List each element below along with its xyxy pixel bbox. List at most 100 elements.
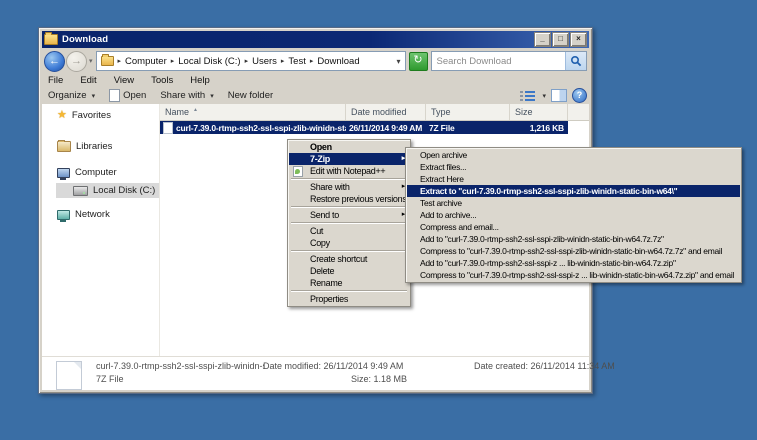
context-menu-item-cut[interactable]: Cut — [289, 225, 409, 237]
breadcrumb-item-download[interactable]: Download — [317, 56, 359, 67]
context-menu: Open 7-Zip ▸ Edit with Notepad++ Share w… — [287, 139, 411, 307]
column-header-size[interactable]: Size — [510, 104, 568, 120]
menu-edit[interactable]: Edit — [80, 75, 96, 86]
sidebar-item-favorites[interactable]: ★ Favorites — [42, 108, 159, 123]
new-folder-button[interactable]: New folder — [228, 90, 273, 101]
column-header-label: Date modified — [351, 107, 407, 117]
submenu-item-open-archive[interactable]: Open archive — [407, 149, 740, 161]
new-folder-label: New folder — [228, 90, 273, 101]
minimize-button[interactable]: _ — [534, 32, 551, 47]
breadcrumb-item-computer[interactable]: Computer — [125, 56, 167, 67]
submenu-item-compress-to-7z-and-email[interactable]: Compress to "curl-7.39.0-rtmp-ssh2-ssl-s… — [407, 245, 740, 257]
sidebar-item-label: Network — [75, 209, 110, 220]
refresh-button[interactable]: ↻ — [409, 52, 428, 71]
context-menu-item-label: 7-Zip — [310, 154, 330, 164]
views-dropdown-icon[interactable]: ▾ — [542, 92, 546, 100]
file-icon — [163, 122, 173, 134]
forward-button[interactable]: → — [66, 51, 87, 72]
menu-separator — [291, 290, 407, 292]
submenu-item-test-archive[interactable]: Test archive — [407, 197, 740, 209]
window-folder-icon — [44, 34, 58, 45]
breadcrumb-arrow-icon: ▸ — [245, 57, 249, 65]
submenu-item-extract-to[interactable]: Extract to "curl-7.39.0-rtmp-ssh2-ssl-ss… — [407, 185, 740, 197]
breadcrumb-item-test[interactable]: Test — [288, 56, 305, 67]
command-toolbar: Organize ▾ Open Share with ▾ New folder — [44, 87, 587, 104]
address-folder-icon — [101, 56, 114, 66]
details-file-name: curl-7.39.0-rtmp-ssh2-ssl-sspi-zlib-wini… — [96, 361, 264, 371]
open-label: Open — [123, 90, 146, 101]
file-row-selected[interactable]: curl-7.39.0-rtmp-ssh2-ssl-sspi-zlib-wini… — [160, 121, 568, 134]
column-header-row: Name ▲ Date modified Type Size — [160, 104, 589, 121]
menu-bar: File Edit View Tools Help — [44, 73, 587, 87]
column-header-label: Name — [165, 107, 189, 117]
file-name-cell: curl-7.39.0-rtmp-ssh2-ssl-sspi-zlib-wini… — [160, 122, 346, 134]
menu-tools[interactable]: Tools — [151, 75, 173, 86]
chevron-down-icon: ▾ — [210, 92, 214, 100]
window-title: Download — [62, 34, 533, 45]
search-button[interactable] — [565, 52, 586, 70]
sidebar-item-network[interactable]: Network — [42, 207, 159, 222]
column-header-name[interactable]: Name ▲ — [160, 104, 346, 120]
breadcrumb-item-users[interactable]: Users — [252, 56, 277, 67]
context-menu-item-label: Share with — [310, 182, 350, 192]
breadcrumb-item-local-disk[interactable]: Local Disk (C:) — [178, 56, 240, 67]
submenu-item-add-to-7z[interactable]: Add to "curl-7.39.0-rtmp-ssh2-ssl-sspi-z… — [407, 233, 740, 245]
column-header-label: Type — [431, 107, 451, 117]
context-menu-item-delete[interactable]: Delete — [289, 265, 409, 277]
breadcrumb-arrow-icon: ▸ — [171, 57, 175, 65]
menu-separator — [291, 206, 407, 208]
organize-button[interactable]: Organize ▾ — [48, 90, 95, 101]
breadcrumb-arrow-icon: ▸ — [118, 57, 122, 65]
column-header-label: Size — [515, 107, 533, 117]
sidebar-item-libraries[interactable]: Libraries — [42, 139, 159, 154]
menu-view[interactable]: View — [114, 75, 134, 86]
submenu-item-compress-to-zip-and-email[interactable]: Compress to "curl-7.39.0-rtmp-ssh2-ssl-s… — [407, 269, 740, 281]
context-menu-item-open[interactable]: Open — [289, 141, 409, 153]
context-menu-item-7zip[interactable]: 7-Zip ▸ — [289, 153, 409, 165]
search-input[interactable]: Search Download — [431, 51, 587, 71]
context-menu-item-properties[interactable]: Properties — [289, 293, 409, 305]
context-menu-item-rename[interactable]: Rename — [289, 277, 409, 289]
submenu-item-compress-and-email[interactable]: Compress and email... — [407, 221, 740, 233]
computer-icon — [57, 168, 70, 178]
libraries-icon — [57, 141, 71, 152]
submenu-item-extract-files[interactable]: Extract files... — [407, 161, 740, 173]
address-dropdown-icon[interactable]: ▾ — [397, 57, 401, 66]
column-header-date-modified[interactable]: Date modified — [346, 104, 426, 120]
menu-help[interactable]: Help — [190, 75, 210, 86]
titlebar[interactable]: Download _ □ × — [42, 31, 589, 48]
back-button[interactable]: ← — [44, 51, 65, 72]
share-with-button[interactable]: Share with ▾ — [160, 90, 213, 101]
context-menu-item-label: Edit with Notepad++ — [310, 166, 385, 176]
menu-file[interactable]: File — [48, 75, 63, 86]
submenu-item-extract-here[interactable]: Extract Here — [407, 173, 740, 185]
submenu-item-add-to-archive[interactable]: Add to archive... — [407, 209, 740, 221]
desktop: Download _ □ × ← → ▾ ▸ Computer ▸ Local … — [0, 0, 757, 440]
details-date-modified: Date modified: 26/11/2014 9:49 AM — [263, 361, 403, 371]
nav-history-dropdown-icon[interactable]: ▾ — [89, 57, 93, 65]
context-menu-item-copy[interactable]: Copy — [289, 237, 409, 249]
submenu-item-add-to-zip[interactable]: Add to "curl-7.39.0-rtmp-ssh2-ssl-sspi-z… — [407, 257, 740, 269]
close-button[interactable]: × — [570, 32, 587, 47]
column-header-type[interactable]: Type — [426, 104, 510, 120]
file-date-cell: 26/11/2014 9:49 AM — [346, 123, 426, 133]
context-menu-item-share-with[interactable]: Share with ▸ — [289, 181, 409, 193]
views-icon[interactable] — [520, 90, 535, 102]
context-menu-item-edit-with-notepadpp[interactable]: Edit with Notepad++ — [289, 165, 409, 177]
navigation-pane: ★ Favorites Libraries Computer Local Dis… — [42, 104, 160, 390]
preview-pane-icon[interactable] — [551, 89, 567, 102]
star-icon: ★ — [57, 110, 67, 121]
details-file-type: 7Z File — [96, 374, 124, 384]
context-menu-item-send-to[interactable]: Send to ▸ — [289, 209, 409, 221]
open-button[interactable]: Open — [109, 89, 146, 102]
context-menu-item-create-shortcut[interactable]: Create shortcut — [289, 253, 409, 265]
help-icon[interactable]: ? — [572, 88, 587, 103]
details-pane: curl-7.39.0-rtmp-ssh2-ssl-sspi-zlib-wini… — [42, 356, 589, 390]
maximize-button[interactable]: □ — [552, 32, 569, 47]
sidebar-item-computer[interactable]: Computer — [42, 165, 159, 180]
address-bar[interactable]: ▸ Computer ▸ Local Disk (C:) ▸ Users ▸ T… — [96, 51, 406, 71]
network-icon — [57, 210, 70, 220]
sidebar-item-local-disk-c[interactable]: Local Disk (C:) — [56, 183, 159, 198]
context-menu-item-restore-previous-versions[interactable]: Restore previous versions — [289, 193, 409, 205]
hard-drive-icon — [73, 186, 88, 196]
